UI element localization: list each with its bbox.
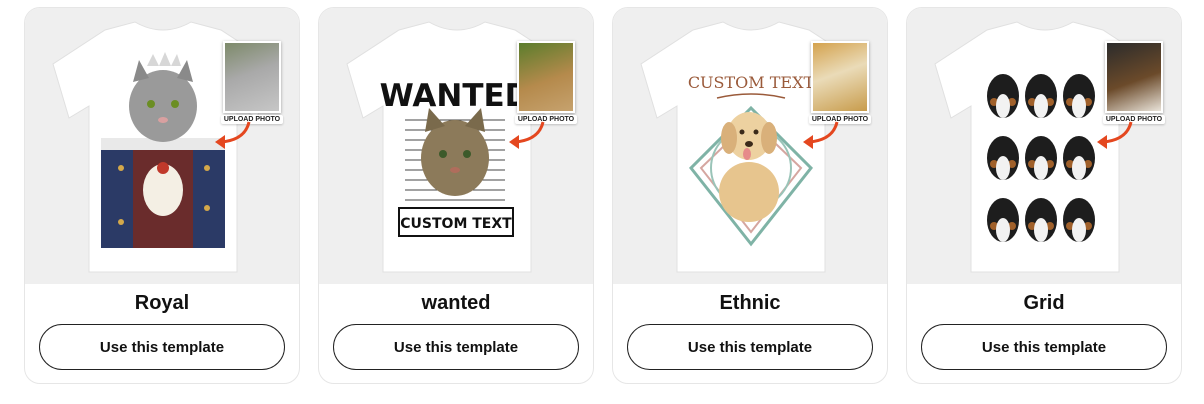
use-template-button[interactable]: Use this template xyxy=(333,324,579,370)
upload-photo-badge: UPLOAD PHOTO xyxy=(1103,41,1165,124)
cat-photo xyxy=(517,41,575,113)
curved-arrow-icon xyxy=(803,121,839,149)
wanted-headline: WANTED xyxy=(380,78,531,114)
upload-photo-badge: UPLOAD PHOTO xyxy=(515,41,577,124)
template-title: wanted xyxy=(421,292,491,314)
puppy-thumb xyxy=(1025,198,1057,242)
template-card-wanted[interactable]: WANTED CUSTOM TEXT UPLOAD PHOTO wanted U… xyxy=(318,7,594,384)
puppy-thumb xyxy=(1063,136,1095,180)
upload-photo-badge: UPLOAD PHOTO xyxy=(221,41,283,124)
puppy-thumb xyxy=(987,136,1019,180)
use-template-button[interactable]: Use this template xyxy=(627,324,873,370)
curved-arrow-icon xyxy=(509,121,545,149)
upload-photo-badge: UPLOAD PHOTO xyxy=(809,41,871,124)
template-preview: CUSTOM TEXT UPLOAD PHOTO xyxy=(613,8,887,284)
template-card-royal[interactable]: UPLOAD PHOTO Royal Use this template xyxy=(24,7,300,384)
template-title: Grid xyxy=(1023,292,1065,314)
curved-arrow-icon xyxy=(215,121,251,149)
puppy-thumb xyxy=(987,198,1019,242)
custom-text: CUSTOM TEXT xyxy=(688,73,815,92)
puppy-thumb xyxy=(1025,136,1057,180)
template-title: Royal xyxy=(134,292,190,314)
template-preview: UPLOAD PHOTO xyxy=(25,8,299,284)
dog-photo xyxy=(811,41,869,113)
template-title: Ethnic xyxy=(719,292,781,314)
puppy-photo xyxy=(1105,41,1163,113)
template-card-grid[interactable]: UPLOAD PHOTO Grid Use this template xyxy=(906,7,1182,384)
puppy-thumb xyxy=(1063,198,1095,242)
custom-text: CUSTOM TEXT xyxy=(400,216,512,232)
template-preview: UPLOAD PHOTO xyxy=(907,8,1181,284)
cat-photo xyxy=(223,41,281,113)
puppy-thumb xyxy=(987,74,1019,118)
template-grid: UPLOAD PHOTO Royal Use this template WAN… xyxy=(24,7,1182,384)
template-card-ethnic[interactable]: CUSTOM TEXT UPLOAD PHOTO Ethnic Use this… xyxy=(612,7,888,384)
puppy-grid-design xyxy=(987,74,1095,242)
puppy-thumb xyxy=(1025,74,1057,118)
curved-arrow-icon xyxy=(1097,121,1133,149)
puppy-thumb xyxy=(1063,74,1095,118)
use-template-button[interactable]: Use this template xyxy=(39,324,285,370)
template-preview: WANTED CUSTOM TEXT UPLOAD PHOTO xyxy=(319,8,593,284)
use-template-button[interactable]: Use this template xyxy=(921,324,1167,370)
